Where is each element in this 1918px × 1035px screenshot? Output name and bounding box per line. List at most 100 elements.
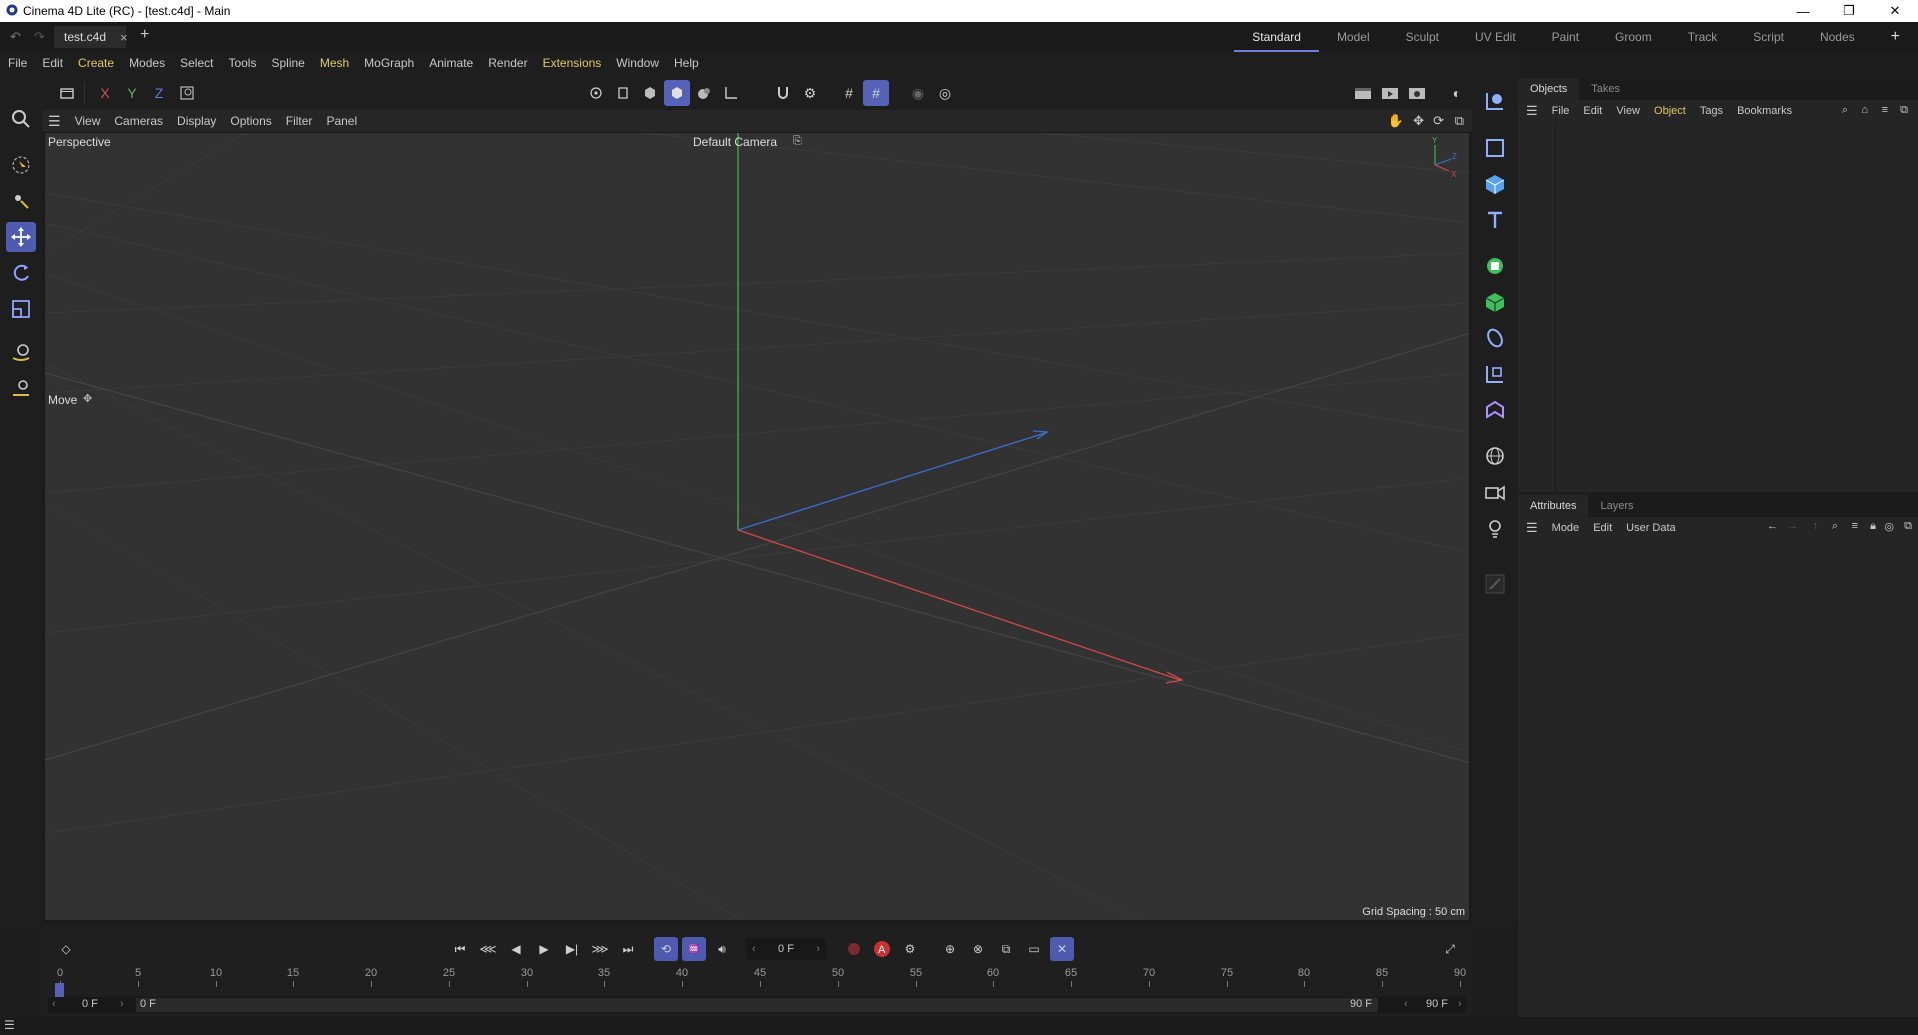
multi-tool-icon[interactable]	[6, 186, 36, 216]
keyframe-icon[interactable]: ◇	[54, 937, 78, 961]
toggle-view-layout-icon[interactable]: ⧉	[1455, 113, 1464, 129]
grid-icon[interactable]: #	[836, 80, 862, 106]
tab-objects[interactable]: Objects	[1518, 78, 1580, 100]
objects-search-icon[interactable]: ⌕	[1842, 104, 1848, 117]
cube-icon[interactable]	[1479, 168, 1511, 200]
layout-paint[interactable]: Paint	[1534, 22, 1597, 52]
coordinate-system-icon[interactable]	[174, 80, 200, 106]
forward-arrow-icon[interactable]: →	[1787, 520, 1798, 532]
menu-create[interactable]: Create	[78, 56, 114, 70]
autokey-icon[interactable]: A	[870, 937, 894, 961]
cloner-icon[interactable]	[1479, 322, 1511, 354]
dolly-view-icon[interactable]: ✥	[1413, 113, 1424, 129]
range-start-value[interactable]: 0 F	[82, 998, 98, 1010]
sound-icon[interactable]: 🔊︎	[710, 937, 734, 961]
attributes-search-icon[interactable]: ⌕	[1832, 520, 1838, 533]
snap-settings-icon[interactable]: ⚙	[797, 80, 823, 106]
field-icon[interactable]	[1479, 358, 1511, 390]
x-axis-lock-button[interactable]: X	[92, 80, 118, 106]
layout-uv-edit[interactable]: UV Edit	[1457, 22, 1534, 52]
tab-takes[interactable]: Takes	[1579, 78, 1632, 100]
z-axis-lock-button[interactable]: Z	[146, 80, 172, 106]
menu-select[interactable]: Select	[180, 56, 213, 70]
soft-selection-icon[interactable]: ◉	[905, 80, 931, 106]
menu-file[interactable]: File	[8, 56, 27, 70]
menu-animate[interactable]: Animate	[429, 56, 473, 70]
redo-icon[interactable]: ↷	[34, 29, 45, 45]
model-mode-icon[interactable]	[664, 80, 690, 106]
objects-home-icon[interactable]: ⌂	[1861, 104, 1868, 116]
rotate-tool-icon[interactable]	[6, 258, 36, 288]
texture-mode-icon[interactable]	[691, 80, 717, 106]
objects-hamburger-icon[interactable]: ☰	[1526, 103, 1538, 119]
layout-nodes[interactable]: Nodes	[1802, 22, 1873, 52]
attributes-hamburger-icon[interactable]: ☰	[1526, 520, 1538, 536]
menu-help[interactable]: Help	[674, 56, 699, 70]
objects-menu-bookmarks[interactable]: Bookmarks	[1737, 105, 1792, 117]
object-manager-icon[interactable]	[1479, 85, 1511, 117]
render-view-icon[interactable]	[1350, 80, 1376, 106]
edges-mode-icon[interactable]	[610, 80, 636, 106]
attributes-menu-mode[interactable]: Mode	[1552, 522, 1580, 534]
key-pla-icon[interactable]: ✕	[1050, 937, 1074, 961]
layout-standard[interactable]: Standard	[1234, 22, 1319, 52]
symmetry-icon[interactable]: ◎	[932, 80, 958, 106]
rotate-view-icon[interactable]: ⟳	[1433, 113, 1444, 129]
undo-history-icon[interactable]	[54, 80, 80, 106]
restore-icon[interactable]: ❐	[1826, 0, 1872, 22]
viewport-menu-filter[interactable]: Filter	[286, 114, 313, 128]
menu-render[interactable]: Render	[488, 56, 527, 70]
undo-icon[interactable]: ↶	[10, 29, 21, 45]
menu-window[interactable]: Window	[616, 56, 659, 70]
objects-new-window-icon[interactable]: ⧉	[1900, 104, 1908, 117]
tab-layers[interactable]: Layers	[1588, 495, 1645, 517]
edit-render-settings-icon[interactable]	[1479, 568, 1511, 600]
go-to-end-icon[interactable]: ⏭	[616, 937, 640, 961]
doc-tab-test[interactable]: test.c4d ×	[54, 26, 128, 48]
viewport-menu-display[interactable]: Display	[177, 114, 216, 128]
points-mode-icon[interactable]	[583, 80, 609, 106]
enable-snap-icon[interactable]	[770, 80, 796, 106]
layout-model[interactable]: Model	[1319, 22, 1388, 52]
menu-mesh[interactable]: Mesh	[320, 56, 349, 70]
key-parameter-icon[interactable]: ▭	[1022, 937, 1046, 961]
lock-icon[interactable]: 🔒︎	[1870, 520, 1876, 533]
objects-menu-file[interactable]: File	[1552, 105, 1570, 117]
pan-view-icon[interactable]: ✋	[1388, 113, 1404, 129]
viewport-menu-panel[interactable]: Panel	[326, 114, 357, 128]
brush-tool-icon[interactable]	[6, 338, 36, 368]
layout-track[interactable]: Track	[1670, 22, 1736, 52]
select-tool-icon[interactable]	[6, 150, 36, 180]
y-axis-lock-button[interactable]: Y	[119, 80, 145, 106]
next-key-icon[interactable]: ⋙	[588, 937, 612, 961]
render-settings-icon[interactable]	[1404, 80, 1430, 106]
workplane-icon[interactable]	[718, 80, 744, 106]
objects-menu-edit[interactable]: Edit	[1583, 105, 1602, 117]
subdivision-surface-icon[interactable]	[1479, 250, 1511, 282]
quantize-grid-icon[interactable]: #	[863, 80, 889, 106]
polygons-mode-icon[interactable]	[637, 80, 663, 106]
extrude-icon[interactable]	[1479, 286, 1511, 318]
attributes-filter-icon[interactable]: ≡	[1852, 520, 1858, 532]
objects-menu-view[interactable]: View	[1616, 105, 1640, 117]
range-slider[interactable]: 0 F 90 F	[136, 998, 1378, 1012]
loop-icon[interactable]: ⟲	[654, 937, 678, 961]
menu-extensions[interactable]: Extensions	[543, 56, 602, 70]
attributes-menu-user-data[interactable]: User Data	[1626, 522, 1676, 534]
previous-key-icon[interactable]: ⋘	[476, 937, 500, 961]
scale-tool-icon[interactable]	[6, 294, 36, 324]
light-icon[interactable]	[1479, 512, 1511, 544]
key-position-icon[interactable]: ⊕	[938, 937, 962, 961]
attributes-new-window-icon[interactable]: ⧉	[1904, 520, 1912, 533]
menu-tools[interactable]: Tools	[228, 56, 256, 70]
objects-list[interactable]	[1557, 122, 1918, 492]
viewport-solo-icon[interactable]: ◐	[1444, 80, 1470, 106]
current-frame-field[interactable]: ‹ 0 F ›	[746, 938, 826, 960]
layout-script[interactable]: Script	[1735, 22, 1802, 52]
next-frame-icon[interactable]: ▶|	[560, 937, 584, 961]
minimize-icon[interactable]: —	[1780, 0, 1826, 22]
objects-menu-object[interactable]: Object	[1654, 105, 1686, 117]
timeline-ruler[interactable]: 0 5 10 15 20 25 30 35 40 45 50 55 60 65 70 75 80 85 90	[55, 967, 1466, 997]
range-end-value[interactable]: 90 F	[1426, 998, 1448, 1010]
camera-object-icon[interactable]	[1479, 476, 1511, 508]
